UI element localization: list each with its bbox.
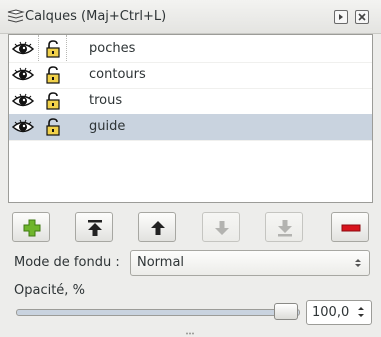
layer-row-contours[interactable]: contours [9,62,372,89]
add-layer-button[interactable] [12,212,50,242]
layer-row-trous[interactable]: trous [9,88,372,115]
spin-arrows-icon[interactable] [357,305,365,319]
raise-to-top-button[interactable] [75,212,113,242]
unlocked-icon[interactable] [45,40,61,58]
arrow-down-icon [215,221,229,235]
minus-icon [341,224,361,232]
blend-mode-value: Normal [137,255,185,270]
unlocked-icon[interactable] [45,66,61,84]
eye-icon[interactable] [12,41,34,57]
layer-row-poches[interactable]: poches [9,36,372,63]
layer-name[interactable]: contours [89,67,146,82]
attach-icon [339,14,343,20]
opacity-label: Opacité, % [14,283,85,298]
lower-to-bottom-icon [278,220,292,237]
layer-name[interactable]: trous [89,93,122,108]
delete-layer-button[interactable] [331,212,369,242]
unlocked-icon[interactable] [45,92,61,110]
opacity-value[interactable]: 100,0 [312,305,349,320]
resize-grip-icon[interactable] [185,332,195,335]
lower-to-bottom-button[interactable] [265,212,303,242]
arrow-up-icon [151,221,165,235]
layer-row-guide[interactable]: guide [9,114,372,141]
layers-icon [7,9,25,23]
eye-icon[interactable] [12,67,34,83]
opacity-slider-thumb[interactable] [274,303,298,320]
blend-mode-select[interactable]: Normal [130,250,370,276]
attach-button[interactable] [334,10,348,24]
close-icon [358,13,366,21]
raise-to-top-icon [88,220,102,236]
layers-list[interactable]: poches contours trous guide [8,34,373,203]
unlocked-icon[interactable] [45,118,61,136]
updown-arrows-icon [355,259,361,267]
layer-name[interactable]: poches [89,41,135,56]
plus-icon [23,219,41,237]
opacity-spinbox[interactable]: 100,0 [306,300,372,325]
eye-icon[interactable] [12,119,34,135]
layer-name[interactable]: guide [89,119,125,134]
raise-layer-button[interactable] [138,212,176,242]
panel-titlebar: Calques (Maj+Ctrl+L) [0,0,381,34]
panel-title: Calques (Maj+Ctrl+L) [25,9,167,24]
eye-icon[interactable] [12,93,34,109]
blend-mode-label: Mode de fondu : [14,255,120,270]
close-button[interactable] [355,10,369,24]
opacity-slider-track[interactable] [16,309,300,316]
lower-layer-button[interactable] [202,212,240,242]
